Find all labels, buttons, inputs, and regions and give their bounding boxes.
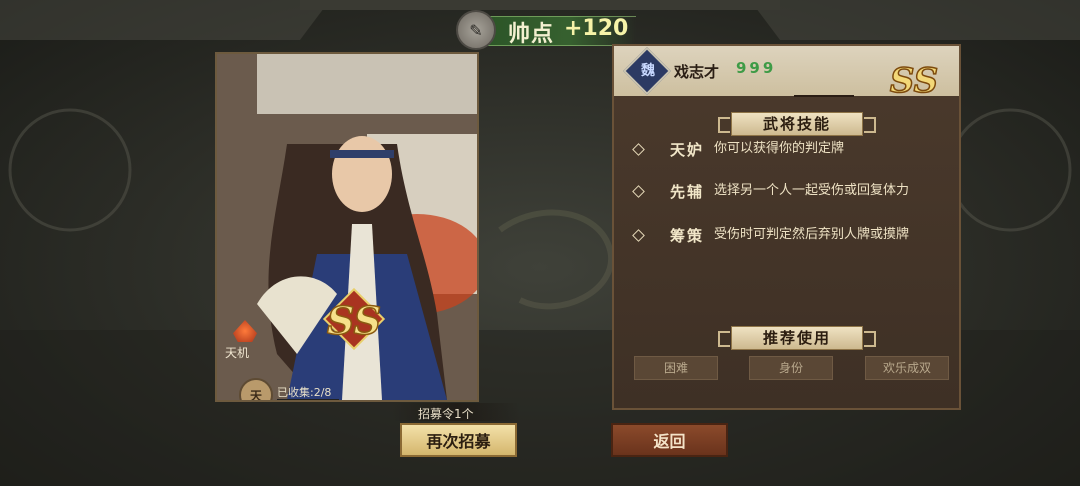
hero-info-panel: 魏 戏志才 999 SS 武将技能 天妒 你可以获得你的判定牌 先辅 选择另一个… bbox=[612, 44, 961, 410]
skill-desc: 选择另一个人一起受伤或回复体力 bbox=[714, 183, 910, 198]
back-button[interactable]: 返回 bbox=[611, 423, 728, 457]
faction-glyph: 魏 bbox=[641, 63, 655, 79]
collect-progress-bar bbox=[277, 399, 339, 402]
skills-title: 武将技能 bbox=[718, 112, 876, 136]
banner-label: 帅点 bbox=[508, 22, 555, 47]
skill-desc: 你可以获得你的判定牌 bbox=[714, 141, 845, 156]
diamond-bullet-icon bbox=[632, 185, 645, 198]
collect-label: 已收集:2/8 bbox=[277, 386, 332, 399]
brush-icon: ✎ bbox=[456, 10, 496, 50]
tag-hard: 困难 bbox=[634, 356, 718, 380]
tag-identity: 身份 bbox=[749, 356, 833, 380]
recruit-token-count: 招募令1个 bbox=[418, 407, 474, 421]
banner-value: +120 bbox=[564, 16, 629, 41]
hero-header: 魏 戏志才 999 SS bbox=[614, 46, 959, 102]
hero-name: 戏志才 bbox=[674, 63, 720, 81]
skill-desc: 受伤时可判定然后弃别人牌或摸牌 bbox=[714, 227, 910, 242]
skill-name: 天妒 bbox=[670, 141, 705, 159]
svg-text:SS: SS bbox=[327, 298, 381, 343]
score-banner: ✎ 帅点 +120 bbox=[456, 10, 636, 50]
divider bbox=[794, 95, 854, 97]
hero-ss-rank-icon: SS bbox=[889, 60, 939, 102]
ss-rank-badge: SS bbox=[322, 287, 386, 351]
tag-double: 欢乐成双 bbox=[865, 356, 949, 380]
skill-name: 筹策 bbox=[670, 227, 705, 245]
hero-card[interactable]: 天机 SS 天 已收集:2/8 bbox=[215, 52, 479, 402]
skill-name: 先辅 bbox=[670, 183, 705, 201]
hero-star-level: 999 bbox=[736, 59, 777, 77]
recommend-title: 推荐使用 bbox=[718, 326, 876, 350]
recruit-again-button[interactable]: 再次招募 bbox=[400, 423, 517, 457]
diamond-bullet-icon bbox=[632, 229, 645, 242]
card-kind-label: 天机 bbox=[225, 346, 250, 360]
diamond-bullet-icon bbox=[632, 143, 645, 156]
collect-progress-fill bbox=[278, 400, 293, 402]
svg-text:SS: SS bbox=[890, 61, 938, 101]
